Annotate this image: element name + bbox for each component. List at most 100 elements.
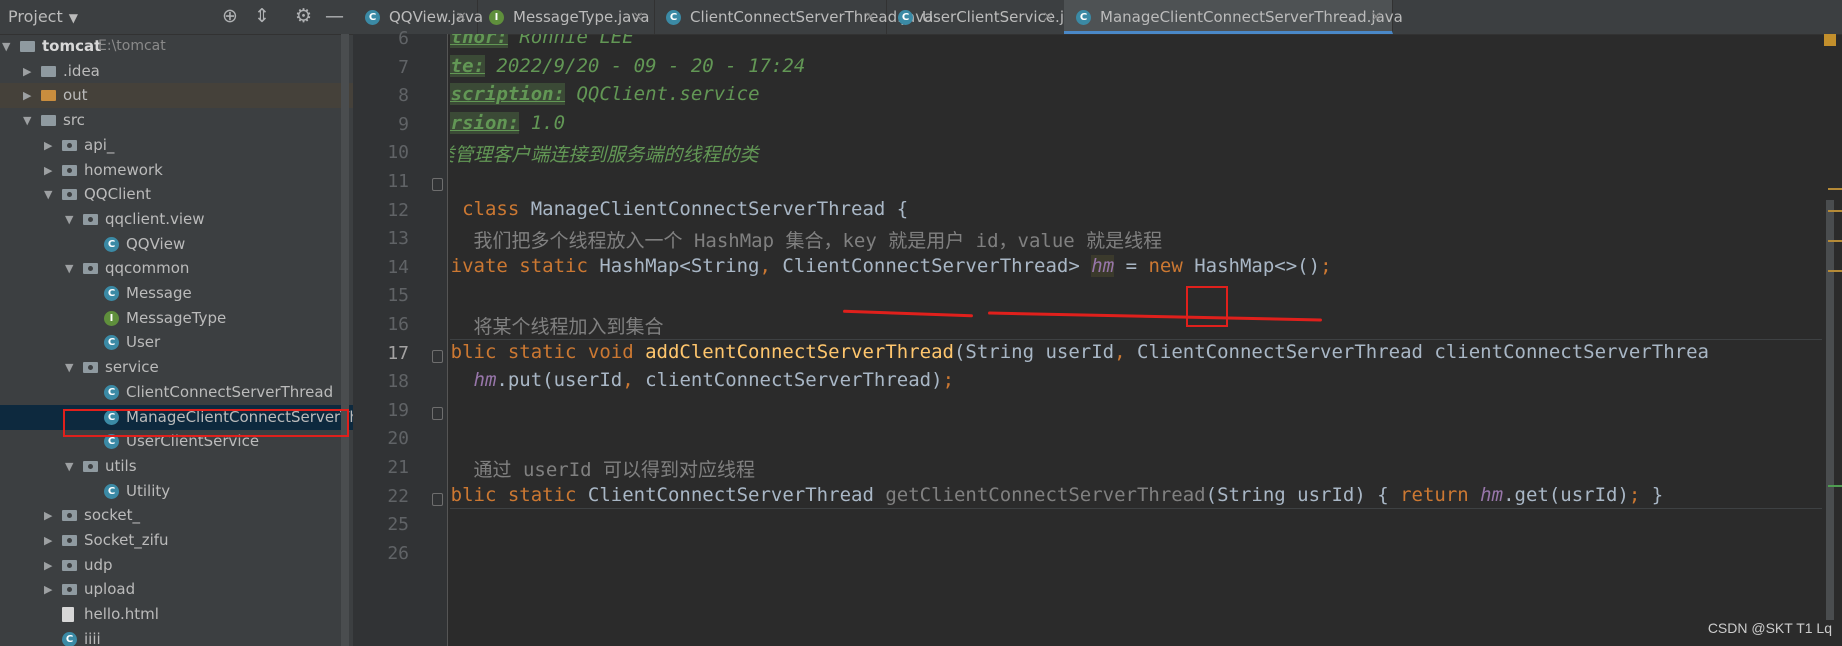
error-stripe-mark[interactable] [1828,485,1842,487]
code-line[interactable]: // 我们把多个线程放入一个 HashMap 集合，key 就是用户 id，va… [450,226,1162,253]
error-stripe-mark[interactable] [1828,210,1842,212]
locate-icon[interactable]: ⊕ [222,5,238,27]
expand-arrow-icon[interactable]: ▼ [2,34,14,59]
collapse-arrow-icon[interactable]: ▶ [23,83,35,108]
code-line[interactable]: // 将某个线程加入到集合 [450,312,664,339]
error-stripe-mark[interactable] [1828,188,1842,190]
code-editor[interactable]: * @Author: Ronnie LEE * @Date: 2022/9/20… [450,34,1822,646]
collapse-arrow-icon[interactable]: ▶ [44,528,56,553]
code-line[interactable]: public class ManageClientConnectServerTh… [450,198,908,220]
expand-arrow-icon[interactable]: ▼ [65,207,77,232]
expand-arrow-icon[interactable]: ▼ [44,182,56,207]
tree-item[interactable]: ▶ .idea [0,59,353,84]
class-icon: C [62,631,77,646]
line-number: 19 [387,399,409,421]
collapse-arrow-icon[interactable]: ▶ [44,553,56,578]
close-icon[interactable]: × [632,0,644,34]
inspection-status-icon[interactable] [1824,34,1836,46]
expand-arrow-icon[interactable]: ▼ [23,108,35,133]
tree-item[interactable]: ▼ QQClient [0,182,353,207]
package-icon [62,189,77,201]
line-number: 21 [387,457,409,478]
tree-item[interactable]: C ClientConnectServerThread [0,380,353,405]
code-token: , [1114,340,1138,363]
class-icon: C [1076,10,1091,25]
error-stripe-mark[interactable] [1828,270,1842,272]
code-token: (String userId [953,340,1115,363]
tree-item[interactable]: ▶ upload [0,577,353,602]
code-line[interactable]: * @Date: 2022/9/20 - 09 - 20 - 17:24 [450,54,805,77]
editor-scrollbar[interactable] [1826,200,1834,620]
folder-icon [41,115,56,127]
tree-item[interactable]: ▶ out [0,83,353,109]
collapse-arrow-icon[interactable]: ▶ [44,133,56,158]
code-token: , [759,254,783,277]
expand-arrow-icon[interactable]: ▼ [65,355,77,380]
code-token: new [1148,254,1195,277]
code-line[interactable]: public static ClientConnectServerThread … [450,484,1663,506]
tree-item[interactable]: C Message [0,281,353,306]
code-line[interactable]: private static HashMap<String, ClientCon… [450,254,1332,277]
code-token: ; [1628,483,1641,506]
editor-tab[interactable]: C ClientConnectServerThread.java × [654,0,933,34]
line-number: 14 [387,256,409,278]
class-icon: C [104,384,119,400]
code-line[interactable]: * @version: 1.0 [450,111,565,134]
editor-tab[interactable]: C UserClientService.java × [886,0,1091,34]
tree-item[interactable]: hello.html [0,602,353,627]
expand-arrow-icon[interactable]: ▼ [65,256,77,281]
tree-item-label: out [63,86,88,105]
code-line[interactable]: * @Author: Ronnie LEE [450,34,634,48]
tree-item[interactable]: ▼ tomcat E:\tomcat [0,34,353,59]
code-line[interactable]: hm.put(userId, clientConnectServerThread… [450,369,955,392]
collapse-arrow-icon[interactable]: ▶ [44,158,56,183]
tree-item[interactable]: C User [0,330,353,355]
error-stripe-mark[interactable] [1828,240,1842,242]
watermark: CSDN @SKT T1 Lq [1707,620,1832,636]
fold-icon[interactable] [432,349,443,363]
collapse-arrow-icon[interactable]: ▶ [44,577,56,602]
close-icon[interactable]: × [1370,0,1382,34]
minimize-icon[interactable]: — [325,5,344,27]
tree-item[interactable]: ▶ homework [0,158,353,183]
gear-icon[interactable]: ⚙ [295,5,312,27]
editor-tab[interactable]: C ManageClientConnectServerThread.java × [1064,0,1403,34]
tree-item[interactable]: ▼ src [0,108,353,133]
panel-scrollbar[interactable] [341,34,349,646]
annotation-red-underline [842,309,974,318]
tree-item[interactable]: C QQView [0,232,353,257]
expand-arrow-icon[interactable]: ▼ [65,454,77,479]
tree-item[interactable]: ▼ qqcommon [0,256,353,281]
fold-icon[interactable] [432,406,443,420]
tree-item-label: socket_ [84,506,141,525]
code-line[interactable]: * @Description: QQClient.service [450,83,760,106]
code-token: @Date: [450,54,485,77]
tree-item[interactable]: ▶ api_ [0,133,353,158]
tree-item[interactable]: Ciiii [0,627,353,646]
tree-item[interactable]: ▶ socket_ [0,503,353,528]
collapse-arrow-icon[interactable]: ▶ [23,59,35,84]
tree-item[interactable]: ▼ service [0,355,353,380]
fold-icon[interactable] [432,178,443,191]
collapse-all-icon[interactable]: ⇕ [254,5,270,27]
editor-tab[interactable]: I MessageType.java × [477,0,655,34]
project-view-dropdown[interactable]: Project ▼ [8,7,78,26]
tree-item[interactable]: ▼ utils [0,454,353,479]
tree-item[interactable]: ▶ udp [0,553,353,578]
tree-item[interactable]: ▼ qqclient.view [0,207,353,232]
code-line[interactable]: public static void addClentConnectServer… [450,341,1709,363]
collapse-arrow-icon[interactable]: ▶ [44,503,56,528]
close-icon[interactable]: × [1042,0,1054,34]
code-token: ; [942,369,955,392]
code-line[interactable]: // 通过 userId 可以得到对应线程 [450,455,755,482]
close-icon[interactable]: × [864,0,876,34]
code-token: // 通过 userId 可以得到对应线程 [450,459,756,481]
code-line[interactable]: * 该类管理客户端连接到服务端的线程的类 [450,140,758,167]
close-icon[interactable]: × [455,0,467,34]
fold-icon[interactable] [432,492,443,506]
tree-item[interactable]: C Utility [0,479,353,504]
tree-item[interactable]: ▶ Socket_zifu [0,528,353,553]
project-toolbar: Project ▼ ⊕ ⇕ ⚙ — [0,0,353,35]
tree-item-label: tomcat [42,37,102,55]
tree-item[interactable]: I MessageType [0,306,353,331]
